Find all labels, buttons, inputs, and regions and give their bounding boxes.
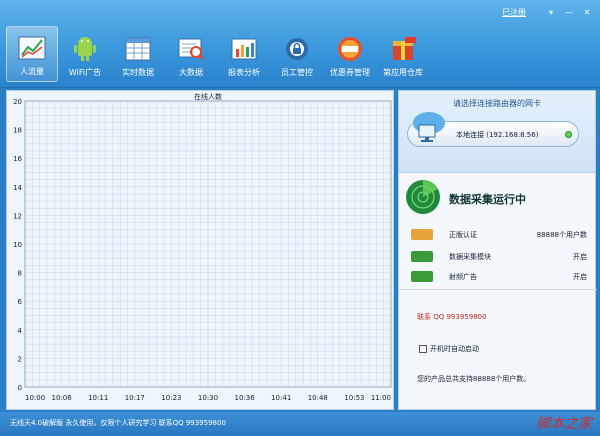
module-on-icon: [411, 251, 433, 262]
title-bar: 已注册 ▾ — ✕ 人流量 WiFi广告 实时数据 大数据 报表分析 员工管控 …: [0, 0, 600, 88]
tool-label: 员工管控: [281, 68, 313, 77]
magnifier-data-icon: [178, 38, 204, 60]
status-row-name: 射频广告: [449, 273, 477, 281]
network-select-title: 请选择连接路由器的网卡: [453, 99, 541, 108]
spreadsheet-icon: [125, 37, 151, 61]
online-users-chart: 0 2 4 6 8 10 12 14 16 18 20 10:00 10:06 10:11 10:17 10:…: [6, 90, 394, 410]
autostart-label: 开机时自动启动: [430, 345, 479, 353]
x-tick-label: 10:11: [88, 394, 108, 402]
tool-label: 优惠券管理: [330, 68, 370, 77]
status-bar-text: 无线天4.0破解版 永久使用，仅限个人研究学习 联系QQ 993959800: [10, 419, 226, 427]
main-toolbar: 人流量 WiFi广告 实时数据 大数据 报表分析 员工管控 优惠券管理 第应用仓…: [6, 26, 430, 82]
tool-label: 人流量: [20, 67, 44, 76]
contact-qq: 联系 QQ 993959800: [417, 313, 487, 321]
radar-icon: [406, 180, 440, 214]
tool-traffic[interactable]: 人流量: [6, 26, 58, 82]
status-row-collector: 数据采集模块 开启: [411, 249, 587, 265]
collection-status-section: 数据采集运行中 正版认证 88888个用户数 数据采集模块 开启 射频广告 开启: [399, 175, 597, 287]
x-tick-label: 10:48: [308, 394, 328, 402]
y-tick-label: 18: [13, 127, 22, 135]
tool-wifi-ad[interactable]: WiFi广告: [59, 26, 111, 82]
lock-settings-icon: [286, 38, 308, 60]
chart-title: 在线人数: [194, 92, 222, 101]
status-row-rf-ad: 射频广告 开启: [411, 269, 587, 285]
tool-label: 大数据: [179, 68, 203, 77]
y-tick-label: 12: [13, 212, 22, 220]
y-tick-label: 16: [13, 155, 22, 163]
info-section: 联系 QQ 993959800 开机时自动启动 您的产品总共支持88888个用户…: [399, 289, 597, 409]
tool-label: 报表分析: [228, 68, 260, 77]
network-select-section: 请选择连接路由器的网卡 本地连接 (192.168.8.56): [399, 91, 595, 173]
y-tick-label: 0: [18, 384, 22, 392]
x-tick-label: 10:06: [52, 394, 73, 402]
tool-staff[interactable]: 员工管控: [271, 26, 323, 82]
y-tick-label: 20: [13, 98, 22, 106]
status-row-value: 88888个用户数: [536, 231, 587, 239]
coupon-icon: [338, 37, 362, 61]
watermark: 脚本之家: [536, 416, 592, 432]
status-row-value: 开启: [573, 253, 587, 261]
tool-label: 实时数据: [122, 68, 154, 77]
cloud-computer-icon: [413, 112, 445, 142]
status-row-license: 正版认证 88888个用户数: [411, 227, 587, 243]
y-tick-label: 10: [13, 241, 22, 249]
connection-status-icon: [565, 131, 572, 138]
x-tick-label: 10:53: [344, 394, 364, 402]
android-robot-icon: [74, 37, 96, 61]
rf-ad-on-icon: [411, 271, 433, 282]
y-tick-label: 6: [18, 298, 23, 306]
x-tick-label: 10:30: [198, 394, 218, 402]
close-button[interactable]: ✕: [580, 7, 594, 18]
x-tick-label: 11:00: [371, 394, 391, 402]
network-adapter-label: 本地连接 (192.168.8.56): [456, 131, 539, 139]
tool-label: 第应用仓库: [383, 68, 423, 77]
report-chart-icon: [231, 38, 257, 60]
x-tick-label: 10:00: [25, 394, 45, 402]
tool-label: WiFi广告: [68, 68, 102, 77]
status-row-value: 开启: [573, 273, 587, 281]
x-tick-label: 10:23: [161, 394, 181, 402]
x-tick-label: 10:36: [235, 394, 256, 402]
collection-status-title: 数据采集运行中: [449, 193, 526, 206]
support-text: 您的产品总共支持88888个用户数。: [417, 375, 531, 383]
right-panel: 请选择连接路由器的网卡 本地连接 (192.168.8.56) 数据采集运行中 …: [398, 90, 597, 410]
window-controls: 已注册 ▾ — ✕: [502, 7, 594, 18]
status-row-name: 正版认证: [449, 231, 477, 239]
y-tick-label: 4: [18, 327, 23, 335]
y-tick-label: 2: [18, 355, 22, 363]
y-tick-label: 14: [13, 184, 22, 192]
chart-canvas: 0 2 4 6 8 10 12 14 16 18 20 10:00 10:06 10:11 10:17 10:…: [13, 92, 392, 402]
app-store-icon: [393, 37, 416, 60]
tool-report[interactable]: 报表分析: [218, 26, 270, 82]
status-row-name: 数据采集模块: [449, 253, 491, 261]
x-tick-label: 10:41: [271, 394, 291, 402]
tool-app-store[interactable]: 第应用仓库: [377, 26, 429, 82]
y-tick-label: 8: [18, 270, 22, 278]
minimize-button[interactable]: —: [562, 7, 576, 18]
autostart-checkbox[interactable]: 开机时自动启动: [419, 344, 479, 354]
tool-bigdata[interactable]: 大数据: [165, 26, 217, 82]
tool-realtime[interactable]: 实时数据: [112, 26, 164, 82]
license-icon: [411, 229, 433, 240]
status-bar: 无线天4.0破解版 永久使用，仅限个人研究学习 联系QQ 993959800 脚…: [0, 412, 600, 436]
x-tick-label: 10:17: [125, 394, 145, 402]
tool-coupon[interactable]: 优惠券管理: [324, 26, 376, 82]
checkbox-box[interactable]: [419, 345, 427, 353]
menu-button[interactable]: ▾: [544, 7, 558, 18]
register-link[interactable]: 已注册: [502, 7, 526, 18]
traffic-chart-icon: [18, 36, 46, 60]
